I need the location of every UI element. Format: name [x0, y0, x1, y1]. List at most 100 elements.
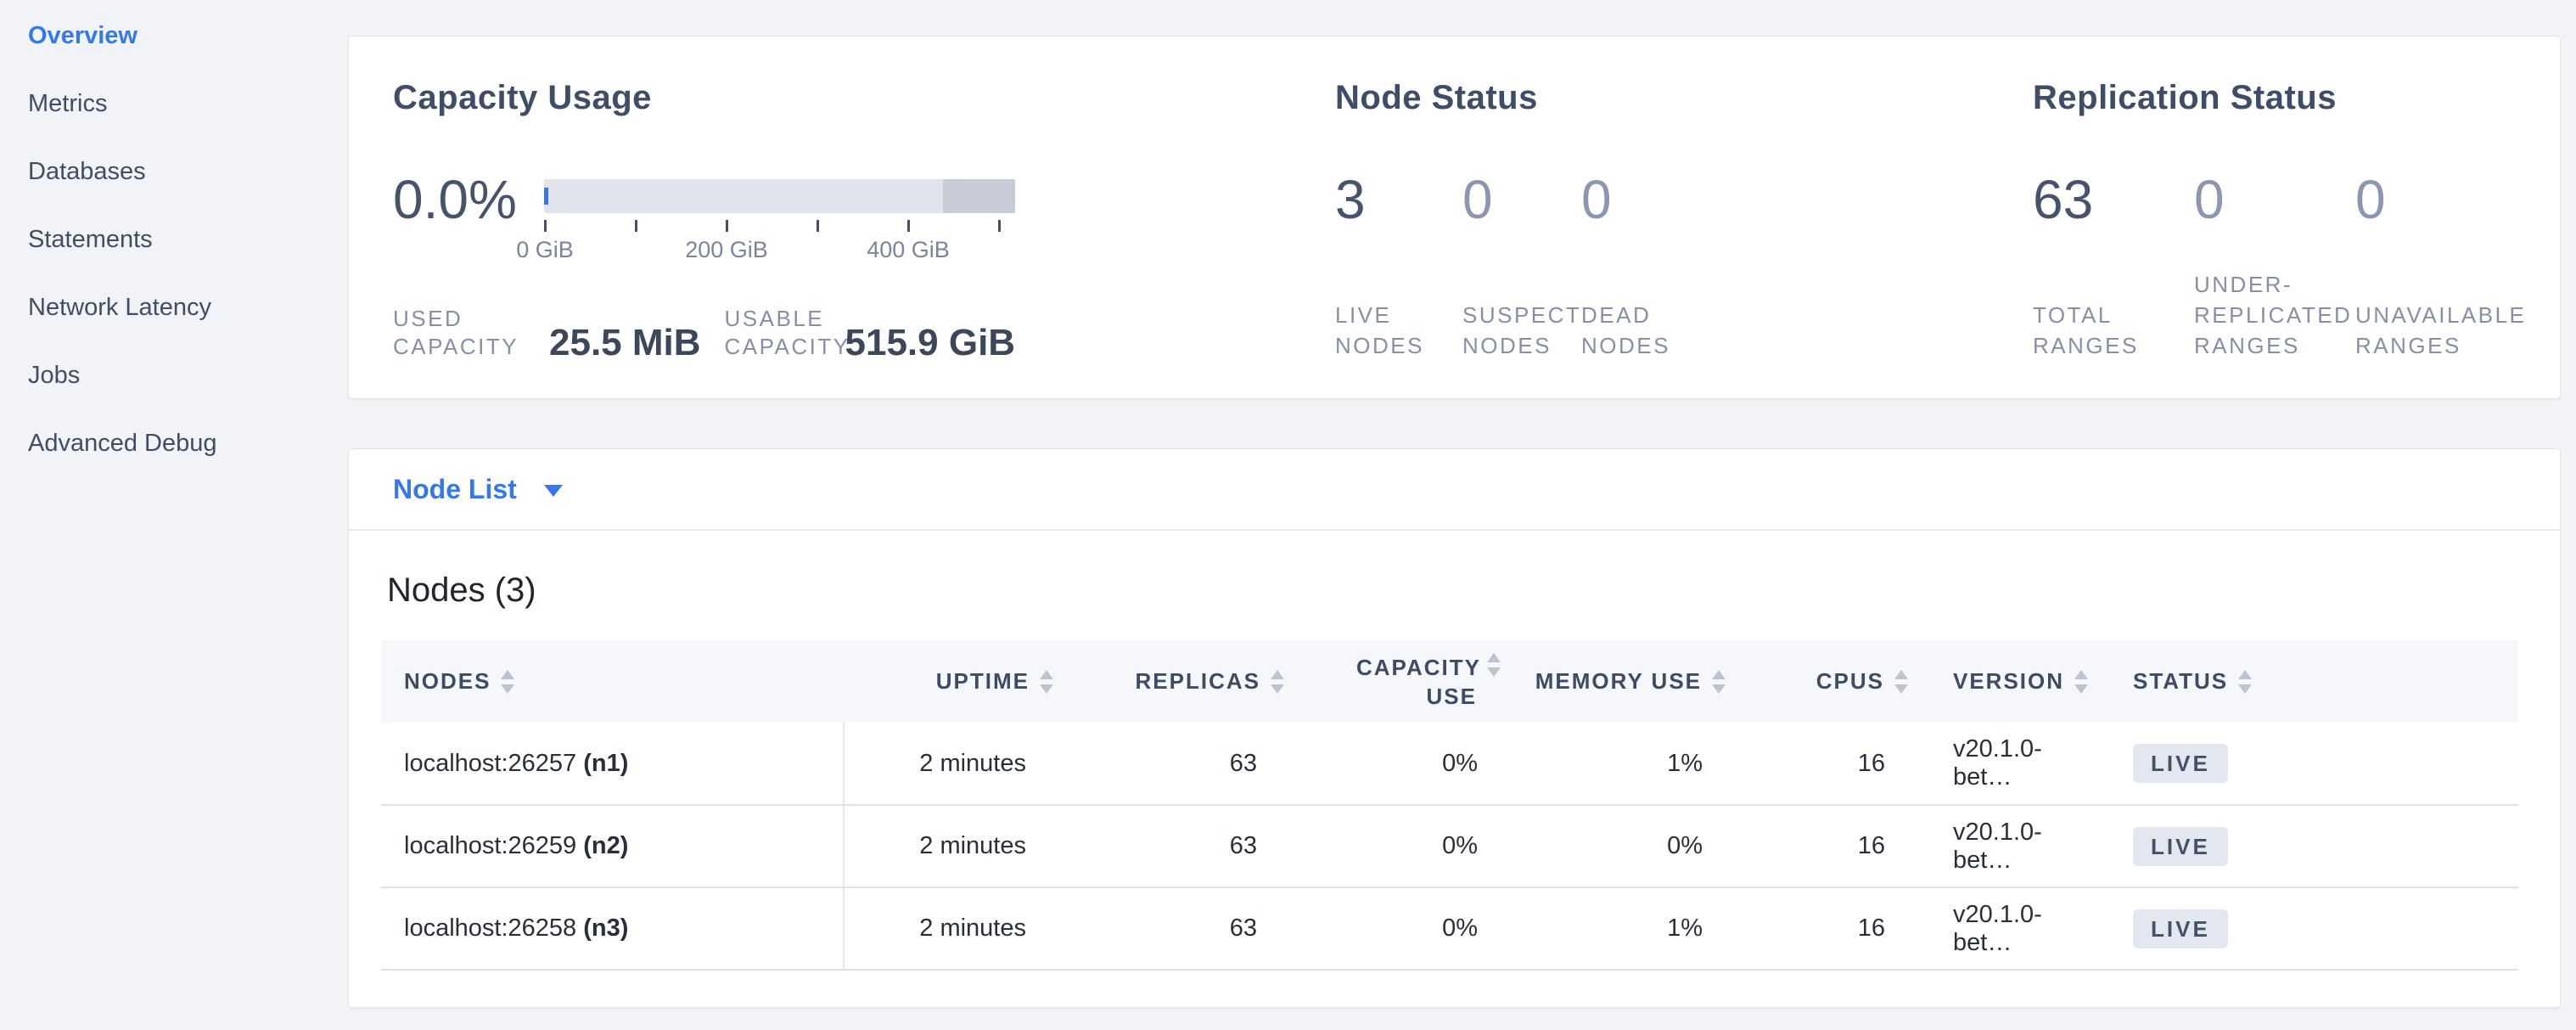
- sidebar-item-overview[interactable]: Overview: [0, 2, 348, 70]
- table-row-node-1[interactable]: localhost:26257 (n1) 2 minutes 63 0% 1% …: [381, 723, 2518, 805]
- sort-icon[interactable]: [1712, 670, 1726, 694]
- sort-icon[interactable]: [501, 670, 514, 694]
- sidebar-item-databases[interactable]: Databases: [0, 138, 348, 205]
- node-status-metrics: 3 LIVE NODES 0 SUSPECT NODES: [1335, 179, 2033, 361]
- replicas-cell: 63: [1060, 723, 1291, 805]
- dead-nodes-value: 0: [1581, 172, 1670, 227]
- status-cell: LIVE: [2095, 723, 2518, 805]
- chevron-down-icon: [544, 485, 563, 497]
- sidebar-item-metrics[interactable]: Metrics: [0, 70, 348, 138]
- nodes-table-header-row: NODES UPTIME REPLICAS CAPACITY USE MEMOR: [381, 640, 2518, 723]
- status-badge: LIVE: [2133, 827, 2228, 866]
- replication-status-section: Replication Status 63 TOTAL RANGES 0 UND…: [2033, 79, 2526, 361]
- total-ranges-value: 63: [2033, 172, 2194, 227]
- sidebar: Overview Metrics Databases Statements Ne…: [0, 0, 348, 1030]
- capacity-usage-title: Capacity Usage: [393, 79, 1335, 116]
- total-ranges-metric: 63 TOTAL RANGES: [2033, 179, 2194, 361]
- node-address-cell[interactable]: localhost:26257 (n1): [381, 723, 844, 805]
- node-address-cell[interactable]: localhost:26258 (n3): [381, 887, 844, 970]
- table-row-node-2[interactable]: localhost:26259 (n2) 2 minutes 63 0% 0% …: [381, 805, 2518, 887]
- column-header-uptime[interactable]: UPTIME: [844, 640, 1060, 723]
- node-address-cell[interactable]: localhost:26259 (n2): [381, 805, 844, 887]
- capacity-bar-used-marker: [544, 188, 548, 205]
- nodes-table-title: Nodes (3): [387, 571, 2560, 610]
- memory-use-cell: 1%: [1507, 723, 1732, 805]
- replicas-cell: 63: [1060, 887, 1291, 970]
- used-capacity-stat: USED CAPACITY 25.5 MiB: [393, 305, 701, 361]
- version-cell: v20.1.0-bet…: [1915, 723, 2095, 805]
- capacity-use-cell: 0%: [1291, 723, 1507, 805]
- sort-icon[interactable]: [2238, 670, 2252, 694]
- node-list-dropdown[interactable]: Node List: [393, 474, 563, 505]
- axis-label-0: 0 GiB: [516, 237, 574, 263]
- sort-icon[interactable]: [1271, 670, 1284, 694]
- sort-icon[interactable]: [1894, 670, 1908, 694]
- capacity-axis: 0 GiB 200 GiB 400 GiB: [544, 213, 1015, 264]
- used-capacity-label: USED CAPACITY: [393, 305, 549, 361]
- cluster-summary-card: Capacity Usage 0.0%: [348, 36, 2561, 399]
- sidebar-item-jobs[interactable]: Jobs: [0, 341, 348, 409]
- version-cell: v20.1.0-bet…: [1915, 887, 2095, 970]
- usable-capacity-label: USABLE CAPACITY: [725, 305, 845, 361]
- column-header-memory-use[interactable]: MEMORY USE: [1507, 640, 1732, 723]
- uptime-cell: 2 minutes: [844, 805, 1060, 887]
- under-replicated-ranges-value: 0: [2194, 172, 2355, 227]
- nodes-table: NODES UPTIME REPLICAS CAPACITY USE MEMOR: [381, 640, 2518, 971]
- status-cell: LIVE: [2095, 887, 2518, 970]
- cpus-cell: 16: [1732, 887, 1915, 970]
- table-row-node-3[interactable]: localhost:26258 (n3) 2 minutes 63 0% 1% …: [381, 887, 2518, 970]
- memory-use-cell: 1%: [1507, 887, 1732, 970]
- status-badge: LIVE: [2133, 744, 2228, 783]
- section-divider: [349, 529, 2560, 531]
- sidebar-item-network-latency[interactable]: Network Latency: [0, 273, 348, 341]
- replicas-cell: 63: [1060, 805, 1291, 887]
- total-ranges-label: TOTAL RANGES: [2033, 300, 2194, 361]
- live-nodes-metric: 3 LIVE NODES: [1335, 179, 1462, 361]
- capacity-used-percent: 0.0%: [393, 172, 544, 227]
- capacity-use-cell: 0%: [1291, 805, 1507, 887]
- suspect-nodes-label: SUSPECT NODES: [1462, 300, 1581, 361]
- usable-capacity-stat: USABLE CAPACITY 515.9 GiB: [725, 305, 1016, 361]
- view-selector-row: Node List: [349, 449, 2560, 529]
- live-nodes-value: 3: [1335, 172, 1462, 227]
- column-header-cpus[interactable]: CPUS: [1732, 640, 1915, 723]
- column-header-status[interactable]: STATUS: [2095, 640, 2518, 723]
- admin-ui: Overview Metrics Databases Statements Ne…: [0, 0, 2576, 1030]
- sidebar-item-advanced-debug[interactable]: Advanced Debug: [0, 409, 348, 477]
- sort-icon[interactable]: [1487, 653, 1501, 677]
- node-list-card: Node List Nodes (3) NODES: [348, 448, 2561, 1008]
- suspect-nodes-metric: 0 SUSPECT NODES: [1462, 179, 1581, 361]
- dead-nodes-label: DEAD NODES: [1581, 300, 1670, 361]
- node-status-title: Node Status: [1335, 79, 2033, 116]
- axis-label-200: 200 GiB: [685, 237, 768, 263]
- sidebar-item-statements[interactable]: Statements: [0, 205, 348, 273]
- main-content: Capacity Usage 0.0%: [348, 0, 2576, 1030]
- column-header-capacity-use[interactable]: CAPACITY USE: [1291, 640, 1507, 723]
- uptime-cell: 2 minutes: [844, 723, 1060, 805]
- capacity-bar-dark-segment: [943, 179, 1015, 213]
- column-header-nodes[interactable]: NODES: [381, 640, 844, 723]
- cpus-cell: 16: [1732, 723, 1915, 805]
- sort-icon[interactable]: [1040, 670, 1053, 694]
- column-header-replicas[interactable]: REPLICAS: [1060, 640, 1291, 723]
- capacity-bar-track: [544, 179, 1015, 213]
- used-capacity-value: 25.5 MiB: [549, 325, 701, 361]
- unavailable-ranges-value: 0: [2355, 172, 2526, 227]
- live-nodes-label: LIVE NODES: [1335, 300, 1462, 361]
- capacity-content: 0.0%: [393, 179, 1335, 361]
- column-header-version[interactable]: VERSION: [1915, 640, 2095, 723]
- axis-label-400: 400 GiB: [867, 237, 950, 263]
- capacity-stats: USED CAPACITY 25.5 MiB USABLE CAPACITY 5…: [393, 305, 1335, 361]
- under-replicated-ranges-label: UNDER- REPLICATED RANGES: [2194, 269, 2355, 361]
- under-replicated-ranges-metric: 0 UNDER- REPLICATED RANGES: [2194, 179, 2355, 361]
- dead-nodes-metric: 0 DEAD NODES: [1581, 179, 1670, 361]
- status-badge: LIVE: [2133, 909, 2228, 948]
- node-status-section: Node Status 3 LIVE NODES 0 SUSPECT NODE: [1335, 79, 2033, 361]
- replication-metrics: 63 TOTAL RANGES 0 UNDER- REPLICATED RANG…: [2033, 179, 2526, 361]
- sort-icon[interactable]: [2074, 670, 2088, 694]
- sidebar-nav: Overview Metrics Databases Statements Ne…: [0, 2, 348, 477]
- suspect-nodes-value: 0: [1462, 172, 1581, 227]
- version-cell: v20.1.0-bet…: [1915, 805, 2095, 887]
- unavailable-ranges-label: UNAVAILABLE RANGES: [2355, 300, 2526, 361]
- replication-status-title: Replication Status: [2033, 79, 2526, 116]
